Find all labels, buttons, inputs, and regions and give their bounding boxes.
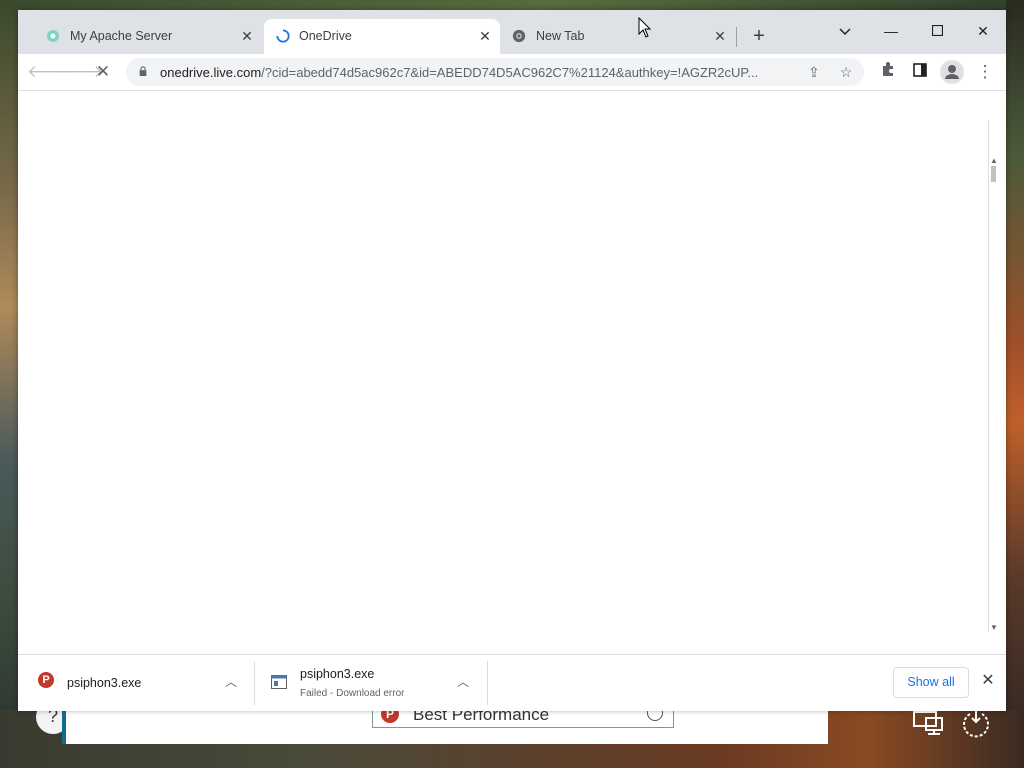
apache-icon xyxy=(47,30,59,42)
close-download-shelf-icon[interactable]: ✕ xyxy=(978,671,998,691)
extensions-icon[interactable] xyxy=(875,59,901,85)
loading-spinner-icon xyxy=(276,29,290,43)
download-shelf: P psiphon3.exe ︿ psiphon3.exe Failed - D… xyxy=(18,654,1006,711)
download-item[interactable]: psiphon3.exe Failed - Download error ︿ xyxy=(255,655,487,711)
divider xyxy=(487,661,488,705)
tab-separator xyxy=(736,27,737,47)
menu-kebab-icon[interactable]: ⋮ xyxy=(972,59,998,85)
chevron-up-icon[interactable]: ︿ xyxy=(222,673,240,691)
puzzle-icon xyxy=(883,62,893,76)
network-icon[interactable] xyxy=(912,708,944,736)
profile-avatar[interactable] xyxy=(940,60,964,84)
desktop-wallpaper-right xyxy=(1006,0,1024,768)
url-host: onedrive.live.com xyxy=(160,65,262,80)
bookmark-star-icon[interactable]: ☆ xyxy=(836,62,856,82)
person-icon xyxy=(945,65,959,79)
page-scrollbar[interactable]: ▲ ▼ xyxy=(988,120,998,632)
tab-strip: My Apache Server ✕ OneDrive ✕ New Tab ✕ … xyxy=(18,10,1006,54)
show-all-button[interactable]: Show all xyxy=(893,667,969,698)
new-tab-button[interactable]: + xyxy=(747,24,771,48)
stop-loading-button[interactable]: ✕ xyxy=(90,59,116,85)
page-content xyxy=(18,91,1006,654)
maximize-button[interactable] xyxy=(922,16,952,46)
minimize-button[interactable]: — xyxy=(876,16,906,46)
tab-onedrive[interactable]: OneDrive ✕ xyxy=(264,19,500,54)
download-status: Failed - Download error xyxy=(300,688,405,699)
chevron-down-icon xyxy=(839,28,851,36)
file-icon xyxy=(271,675,287,689)
mouse-cursor-icon xyxy=(638,17,652,38)
tab-title: My Apache Server xyxy=(70,29,173,43)
chevron-up-icon[interactable]: ︿ xyxy=(454,673,472,691)
close-tab-icon[interactable]: ✕ xyxy=(238,27,256,45)
scroll-thumb[interactable] xyxy=(991,166,996,182)
url-text[interactable]: onedrive.live.com/?cid=abedd74d5ac962c7&… xyxy=(160,65,796,80)
tab-my-apache-server[interactable]: My Apache Server ✕ xyxy=(26,19,266,54)
browser-toolbar: 🡐 🡒 ✕ onedrive.live.com/?cid=abedd74d5ac… xyxy=(18,54,1006,91)
tab-title: OneDrive xyxy=(299,29,352,43)
psiphon-icon: P xyxy=(38,672,54,688)
side-panel-icon[interactable] xyxy=(907,59,933,85)
tab-search-button[interactable] xyxy=(830,16,860,46)
back-button[interactable]: 🡐 xyxy=(27,59,73,85)
address-bar[interactable]: onedrive.live.com/?cid=abedd74d5ac962c7&… xyxy=(126,58,864,86)
scroll-down-icon[interactable]: ▼ xyxy=(990,623,998,632)
side-panel-glyph xyxy=(913,63,927,77)
url-path: /?cid=abedd74d5ac962c7&id=ABEDD74D5AC962… xyxy=(261,65,759,80)
tab-new-tab[interactable]: New Tab ✕ xyxy=(502,19,738,54)
download-item[interactable]: P psiphon3.exe ︿ xyxy=(18,655,254,711)
close-window-button[interactable]: ✕ xyxy=(968,16,998,46)
maximize-icon xyxy=(931,24,943,37)
chrome-icon xyxy=(512,29,526,43)
forward-button[interactable]: 🡒 xyxy=(58,59,104,85)
share-icon[interactable]: ⇪ xyxy=(804,62,824,82)
desktop-wallpaper-left xyxy=(0,0,18,768)
close-tab-icon[interactable]: ✕ xyxy=(476,27,494,45)
close-tab-icon[interactable]: ✕ xyxy=(711,27,729,45)
download-filename: psiphon3.exe xyxy=(300,667,375,681)
browser-window: My Apache Server ✕ OneDrive ✕ New Tab ✕ … xyxy=(18,10,1006,711)
scroll-up-icon[interactable]: ▲ xyxy=(990,156,998,165)
tab-title: New Tab xyxy=(536,29,585,43)
download-filename: psiphon3.exe xyxy=(67,676,142,690)
lock-icon xyxy=(139,66,147,76)
